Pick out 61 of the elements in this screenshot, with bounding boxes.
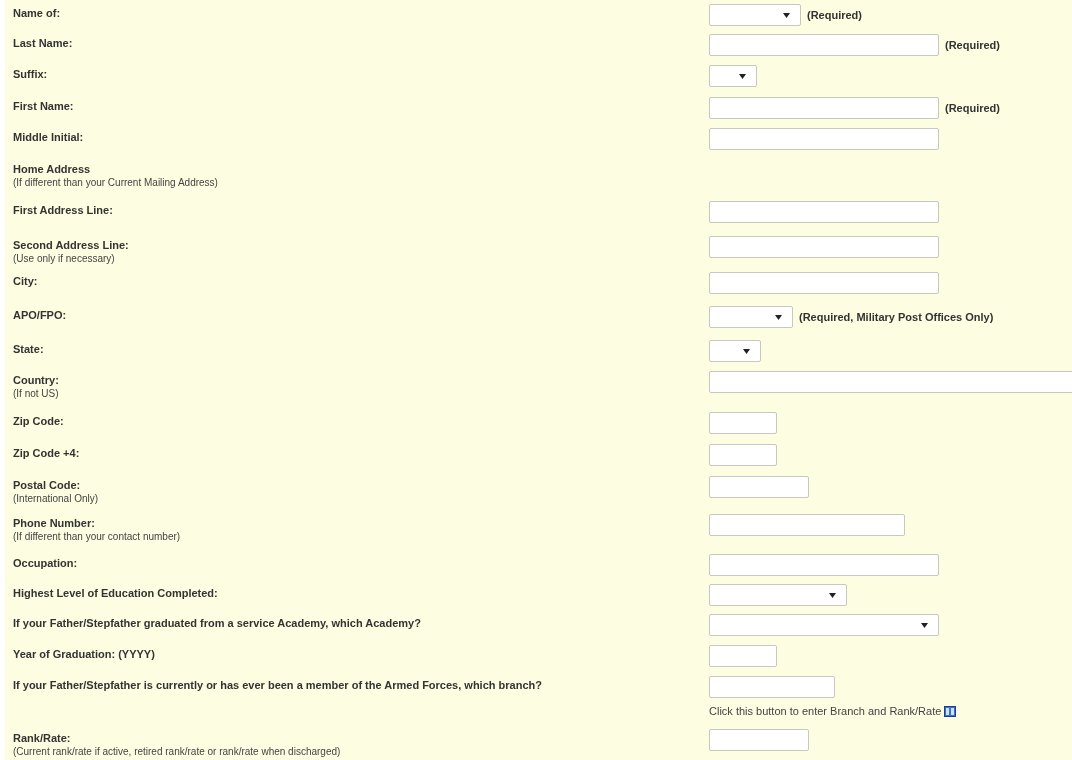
input-field[interactable] [709,444,777,466]
field-label: If your Father/Stepfather graduated from a service Academy, which Academy? [13,616,422,630]
field-label: Rank/Rate: [13,731,72,745]
input-field[interactable] [709,236,939,258]
caret-icon [921,622,928,628]
dropdown-field[interactable] [709,306,793,328]
helper-text: Click this button to enter Branch and Rank/Rate [709,704,942,719]
caret-icon [743,348,750,354]
field-label: First Address Line: [13,203,114,217]
required-note: (Required) [807,7,862,23]
field-label: Home Address [13,162,92,176]
input-field[interactable] [709,371,1072,393]
required-note: (Required) [945,100,1000,116]
field-label: Middle Initial: [13,130,85,144]
dropdown-field[interactable] [709,614,939,636]
field-label: Postal Code: [13,478,82,492]
field-hint: (If different than your Current Mailing Address) [13,176,219,189]
caret-icon [775,314,782,320]
input-field[interactable] [709,476,809,498]
caret-icon [783,12,790,18]
field-label: Second Address Line: [13,238,130,252]
input-field[interactable] [709,34,939,56]
input-field[interactable] [709,554,939,576]
input-field[interactable] [709,514,905,536]
dropdown-field[interactable] [709,340,761,362]
caret-icon [829,592,836,598]
field-hint: (International Only) [13,492,100,505]
grid-icon-button[interactable] [944,705,957,717]
caret-icon [739,73,746,79]
field-label: Name of: [13,6,62,20]
field-label: Highest Level of Education Completed: [13,586,219,600]
field-label: Zip Code +4: [13,446,81,460]
field-label: If your Father/Stepfather is currently or has ever been a member of the Armed Forces, which branch? [13,678,543,692]
input-field[interactable] [709,97,939,119]
dropdown-field[interactable] [709,584,847,606]
field-label: State: [13,342,45,356]
required-note: (Required, Military Post Offices Only) [799,309,994,325]
field-hint: (Use only if necessary) [13,252,116,265]
dropdown-field[interactable] [709,4,801,26]
field-label: APO/FPO: [13,308,68,322]
field-label: Zip Code: [13,414,65,428]
input-field[interactable] [709,676,835,698]
input-field[interactable] [709,729,809,751]
field-label: Suffix: [13,67,49,81]
field-hint: (Current rank/rate if active, retired rank/rate or rank/rate when discharged) [13,745,342,758]
input-field[interactable] [709,201,939,223]
dropdown-field[interactable] [709,65,757,87]
field-label: Year of Graduation: (YYYY) [13,647,156,661]
input-field[interactable] [709,128,939,150]
input-field[interactable] [709,412,777,434]
field-label: Country: [13,373,60,387]
required-note: (Required) [945,37,1000,53]
input-field[interactable] [709,645,777,667]
field-label: Phone Number: [13,516,96,530]
field-label: First Name: [13,99,75,113]
input-field[interactable] [709,272,939,294]
field-label: Occupation: [13,556,79,570]
field-label: City: [13,274,39,288]
field-hint: (If not US) [13,387,60,400]
field-label: Last Name: [13,36,74,50]
field-hint: (If different than your contact number) [13,530,182,543]
